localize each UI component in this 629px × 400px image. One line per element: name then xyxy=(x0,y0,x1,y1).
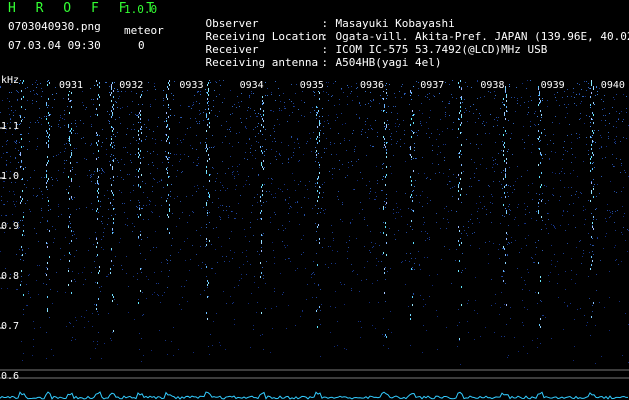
minute-label: 0932 xyxy=(118,80,145,91)
frequency-unit-label: kHz xyxy=(1,75,20,86)
minute-label: 0935 xyxy=(298,80,325,91)
frequency-tick-label: 1.0 xyxy=(1,171,20,182)
antenna-separator: : xyxy=(321,56,329,69)
minute-label: 0940 xyxy=(599,80,626,91)
spectrogram-panel: kHz 1.1 1.0 0.9 0.8 0.7 0.6 0931 0932 0933 0934 0… xyxy=(0,75,629,400)
frequency-tick-label: 0.8 xyxy=(1,271,20,282)
minute-label: 0939 xyxy=(539,80,566,91)
frequency-tick-label: 0.9 xyxy=(1,221,20,232)
meteor-count: 0 xyxy=(138,39,145,52)
minute-label: 0938 xyxy=(479,80,506,91)
spectrogram-noise xyxy=(0,80,629,365)
file-name: 0703040930.png xyxy=(8,20,101,33)
signal-trace xyxy=(0,391,629,400)
header-panel: H R O F F T 1.0.0 0703040930.png meteor … xyxy=(0,0,629,80)
minute-label: 0933 xyxy=(178,80,205,91)
capture-datetime: 07.03.04 09:30 xyxy=(8,39,101,52)
frequency-tick-label: 0.6 xyxy=(1,371,20,382)
frequency-tick-label: 0.7 xyxy=(1,321,20,332)
app-version: 1.0.0 xyxy=(124,3,158,16)
minute-label: 0934 xyxy=(238,80,265,91)
antenna-label: Receiving antenna xyxy=(205,56,319,69)
frequency-tick-label: 1.1 xyxy=(1,121,20,132)
meteor-label: meteor xyxy=(124,24,164,37)
meta-antenna: Receiving antenna: A504HB(yagi 4el) xyxy=(179,43,442,82)
minute-label: 0931 xyxy=(58,80,85,91)
minute-label: 0937 xyxy=(419,80,446,91)
spectrogram-canvas xyxy=(0,80,629,400)
minute-label: 0936 xyxy=(359,80,386,91)
antenna-value: A504HB(yagi 4el) xyxy=(335,56,442,69)
